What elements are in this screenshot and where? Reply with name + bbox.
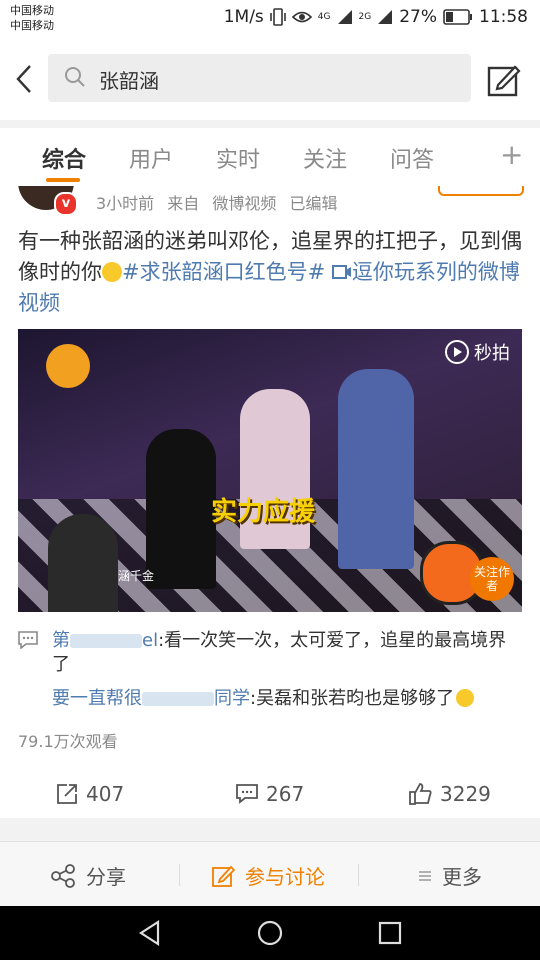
search-query: 张韶涵 <box>99 69 159 93</box>
edit-icon <box>212 865 235 887</box>
network-type-2: 2G <box>358 11 372 22</box>
tab-realtime[interactable]: 实时 <box>216 142 260 174</box>
comment-item[interactable]: 要一直帮很 同学:吴磊和张若昀也是够够了 <box>52 687 522 711</box>
tab-following[interactable]: 关注 <box>303 142 347 174</box>
video-player[interactable]: 秒拍 实力应援 涵千金 关注作者 <box>18 329 522 612</box>
signal-icon-1 <box>337 10 352 24</box>
share-button[interactable]: 分享 <box>50 861 126 890</box>
comment-icon <box>18 631 38 649</box>
network-type-1: 4G <box>317 11 331 22</box>
blurred-username <box>142 692 214 706</box>
compose-icon[interactable] <box>487 63 521 97</box>
repost-icon <box>57 784 77 804</box>
like-button[interactable]: 3229 <box>408 782 491 806</box>
comment-user-end[interactable]: el <box>142 630 158 651</box>
comment-user-start[interactable]: 第 <box>52 630 70 651</box>
post-time: 3小时前 <box>96 194 155 213</box>
menu-icon <box>419 870 431 881</box>
comment-button[interactable]: 267 <box>236 782 304 806</box>
discuss-label: 参与讨论 <box>245 865 325 889</box>
channel-logo <box>46 344 90 388</box>
post-edited: 已编辑 <box>289 194 338 213</box>
repost-button[interactable]: 407 <box>56 782 124 806</box>
tab-users[interactable]: 用户 <box>129 142 173 174</box>
feed: v 3小时前 来自 微博视频 已编辑 有一种张韶涵的迷弟叫邓伦，追星界的扛把子，… <box>0 186 540 841</box>
status-indicators: 1M/s 4G 2G 27% 11:58 <box>224 7 528 27</box>
signal-icon-2 <box>378 10 393 24</box>
share-icon <box>51 863 75 888</box>
bottom-divider <box>179 864 180 886</box>
comment-count: 267 <box>266 782 305 806</box>
play-circle-icon <box>445 340 469 364</box>
video-name-tag: 涵千金 <box>118 569 155 583</box>
feed-separator <box>0 818 540 841</box>
header-divider <box>0 120 540 128</box>
more-label: 更多 <box>442 865 482 889</box>
blurred-username <box>70 634 142 648</box>
comment-item[interactable]: 第 el:看一次笑一次，太可爱了，追星的最高境界了 <box>52 629 522 677</box>
video-caption: 实力应援 <box>211 497 316 527</box>
active-tab-indicator <box>46 178 80 182</box>
person-3 <box>338 369 414 569</box>
follow-button[interactable] <box>438 186 524 196</box>
nav-recents-icon[interactable] <box>376 919 404 947</box>
post-actions: 407 267 3229 <box>0 774 540 818</box>
nav-home-icon[interactable] <box>256 919 284 947</box>
vibrate-icon <box>269 8 286 26</box>
carrier-info: 中国移动 中国移动 <box>10 3 54 33</box>
thumbs-up-icon <box>409 783 432 805</box>
like-count: 3229 <box>440 782 491 806</box>
battery-percent: 27% <box>399 7 437 27</box>
person-4 <box>48 514 118 612</box>
share-label: 分享 <box>86 865 126 889</box>
view-count: 79.1万次观看 <box>18 732 118 751</box>
follow-author-button[interactable]: 关注作者 <box>470 557 514 601</box>
video-logo-text: 秒拍 <box>474 343 510 364</box>
network-speed: 1M/s <box>223 7 264 27</box>
verified-badge-icon: v <box>54 192 78 216</box>
laughing-emoji-icon <box>102 262 122 282</box>
comment-user-start[interactable]: 要一直帮很 <box>52 688 142 709</box>
nav-back-icon[interactable] <box>136 919 164 947</box>
carrier-2: 中国移动 <box>10 19 54 32</box>
battery-icon <box>443 9 472 25</box>
post-hashtag[interactable]: #求张韶涵口红色号# <box>122 260 325 284</box>
clock: 11:58 <box>479 7 528 27</box>
search-icon <box>65 67 85 87</box>
bottom-action-bar: 分享 参与讨论 更多 <box>0 841 540 907</box>
search-header: 张韶涵 <box>0 40 540 120</box>
tab-qa[interactable]: 问答 <box>390 142 434 174</box>
post-meta: 3小时前 来自 微博视频 已编辑 <box>96 190 337 214</box>
discuss-button[interactable]: 参与讨论 <box>211 861 325 890</box>
sweat-smile-emoji-icon <box>456 689 475 707</box>
tab-comprehensive[interactable]: 综合 <box>42 142 86 174</box>
system-nav-bar <box>0 906 540 960</box>
search-tabs: 综合 用户 实时 关注 问答 + <box>0 128 540 186</box>
video-logo: 秒拍 <box>444 339 510 365</box>
more-button[interactable]: 更多 <box>418 861 482 890</box>
post-text[interactable]: 有一种张韶涵的迷弟叫邓伦，追星界的扛把子，见到偶像时的你 #求张韶涵口红色号# 逗… <box>18 226 523 319</box>
repost-count: 407 <box>86 782 125 806</box>
post-source: 来自 微博视频 <box>167 194 277 213</box>
search-input[interactable]: 张韶涵 <box>48 54 471 102</box>
eye-icon <box>291 11 312 23</box>
status-bar: 中国移动 中国移动 1M/s 4G 2G 27% 11:58 <box>0 0 540 36</box>
comment-icon <box>236 784 258 804</box>
comment-text: :吴磊和张若昀也是够够了 <box>250 688 455 709</box>
carrier-1: 中国移动 <box>10 4 54 17</box>
bottom-divider <box>358 864 359 886</box>
comment-user-end[interactable]: 同学 <box>214 688 250 709</box>
video-link-icon <box>331 265 351 279</box>
add-tab-icon[interactable]: + <box>500 138 523 171</box>
back-icon[interactable] <box>10 64 40 94</box>
